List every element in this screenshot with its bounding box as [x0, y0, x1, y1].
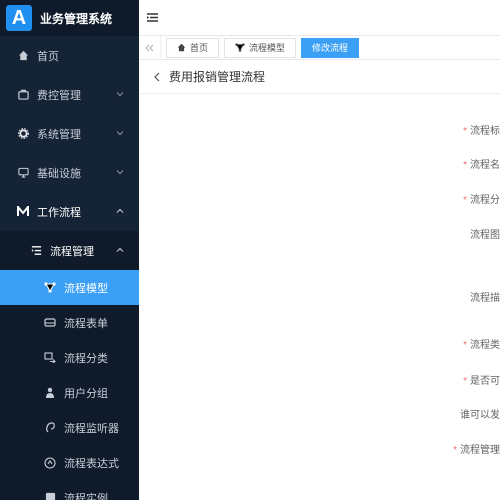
tab-label: 流程模型	[249, 43, 286, 53]
chevron-down-icon	[115, 128, 125, 138]
required-mark: *	[463, 340, 467, 351]
sidebar-item-label: 流程分类	[64, 352, 108, 365]
user-group-icon	[44, 387, 56, 399]
model-icon	[235, 43, 245, 52]
category-icon	[44, 352, 56, 364]
app-logo: A	[6, 5, 32, 31]
home-icon	[17, 50, 29, 62]
main-content: 费用报销管理流程 * 流程标 * 流程名 * 流程分 流程图 流程描 * 流程类 * 是否…	[139, 60, 500, 500]
sidebar-item-infra[interactable]: 基础设施	[0, 153, 139, 192]
form-label-is-visible: * 是否可	[463, 376, 500, 387]
sidebar-item-process-category[interactable]: 流程分类	[0, 340, 139, 375]
form-label-process-manager: * 流程管理	[453, 445, 500, 456]
listener-icon	[44, 422, 56, 434]
sidebar-submenu-process[interactable]: 流程管理	[0, 231, 139, 270]
wallet-icon	[17, 89, 29, 101]
hamburger-icon[interactable]	[147, 13, 158, 22]
sidebar-item-label: 工作流程	[37, 206, 81, 219]
gear-icon	[17, 128, 29, 140]
tab-process-model[interactable]: 流程模型	[224, 37, 297, 58]
form-label-process-category: * 流程分	[463, 195, 500, 206]
tab-edit-process[interactable]: 修改流程	[301, 37, 360, 58]
instance-icon	[44, 492, 56, 500]
sidebar-item-label: 流程表单	[64, 317, 108, 330]
sidebar-item-label: 流程表达式	[64, 457, 119, 470]
sidebar-item-home[interactable]: 首页	[0, 36, 139, 75]
sidebar-item-label: 首页	[37, 50, 59, 63]
form-label-process-key: * 流程标	[463, 126, 500, 137]
logo-row: A 业务管理系统	[0, 0, 139, 36]
sidebar: A 业务管理系统 首页 费控管理 系统管理 基础设施 工作流程 流程管理 流程模…	[0, 0, 139, 500]
required-mark: *	[463, 376, 467, 387]
sidebar-item-user-group[interactable]: 用户分组	[0, 375, 139, 410]
form-label-process-name: * 流程名	[463, 160, 500, 171]
form-icon	[44, 317, 56, 329]
double-chevron-left-icon	[145, 44, 154, 52]
sidebar-item-expense[interactable]: 费控管理	[0, 75, 139, 114]
form-label-process-type: * 流程类	[463, 340, 500, 351]
sidebar-item-instance[interactable]: 流程实例	[0, 480, 139, 500]
sidebar-item-label: 流程实例	[64, 492, 108, 500]
tab-bar: 首页 流程模型 修改流程	[139, 35, 500, 60]
expression-icon	[44, 456, 56, 469]
form-label-who-can-start: 谁可以发	[460, 410, 500, 421]
workflow-icon	[17, 206, 29, 218]
tab-home[interactable]: 首页	[166, 37, 220, 58]
tab-label: 修改流程	[312, 43, 349, 53]
sidebar-item-process-model[interactable]: 流程模型	[0, 270, 139, 305]
tabs-scroll-left-button[interactable]	[139, 35, 161, 60]
chevron-down-icon	[115, 89, 125, 99]
required-mark: *	[463, 195, 467, 206]
sidebar-item-label: 流程模型	[64, 282, 108, 295]
sidebar-item-label: 系统管理	[37, 128, 81, 141]
form-label-process-icon: 流程图	[470, 230, 500, 241]
monitor-icon	[17, 167, 29, 179]
form-label-process-desc: 流程描	[470, 293, 500, 304]
top-header	[139, 0, 500, 36]
list-icon	[30, 245, 42, 257]
home-icon	[177, 43, 186, 52]
sidebar-item-process-form[interactable]: 流程表单	[0, 305, 139, 340]
sidebar-item-label: 费控管理	[37, 89, 81, 102]
back-button[interactable]	[153, 72, 161, 82]
sidebar-item-system[interactable]: 系统管理	[0, 114, 139, 153]
chevron-up-icon	[115, 245, 125, 255]
required-mark: *	[463, 126, 467, 137]
sidebar-item-label: 基础设施	[37, 167, 81, 180]
chevron-up-icon	[115, 206, 125, 216]
model-icon	[44, 282, 56, 294]
app-title: 业务管理系统	[40, 11, 113, 26]
tab-label: 首页	[190, 43, 209, 53]
chevron-down-icon	[115, 167, 125, 177]
required-mark: *	[463, 160, 467, 171]
sidebar-item-label: 流程管理	[50, 245, 94, 258]
sidebar-item-label: 流程监听器	[64, 422, 119, 435]
sidebar-item-expression[interactable]: 流程表达式	[0, 445, 139, 480]
sidebar-item-listener[interactable]: 流程监听器	[0, 410, 139, 445]
page-header: 费用报销管理流程	[139, 60, 500, 94]
page-title: 费用报销管理流程	[169, 70, 266, 84]
sidebar-item-workflow[interactable]: 工作流程	[0, 192, 139, 231]
required-mark: *	[453, 445, 457, 456]
sidebar-item-label: 用户分组	[64, 387, 108, 400]
